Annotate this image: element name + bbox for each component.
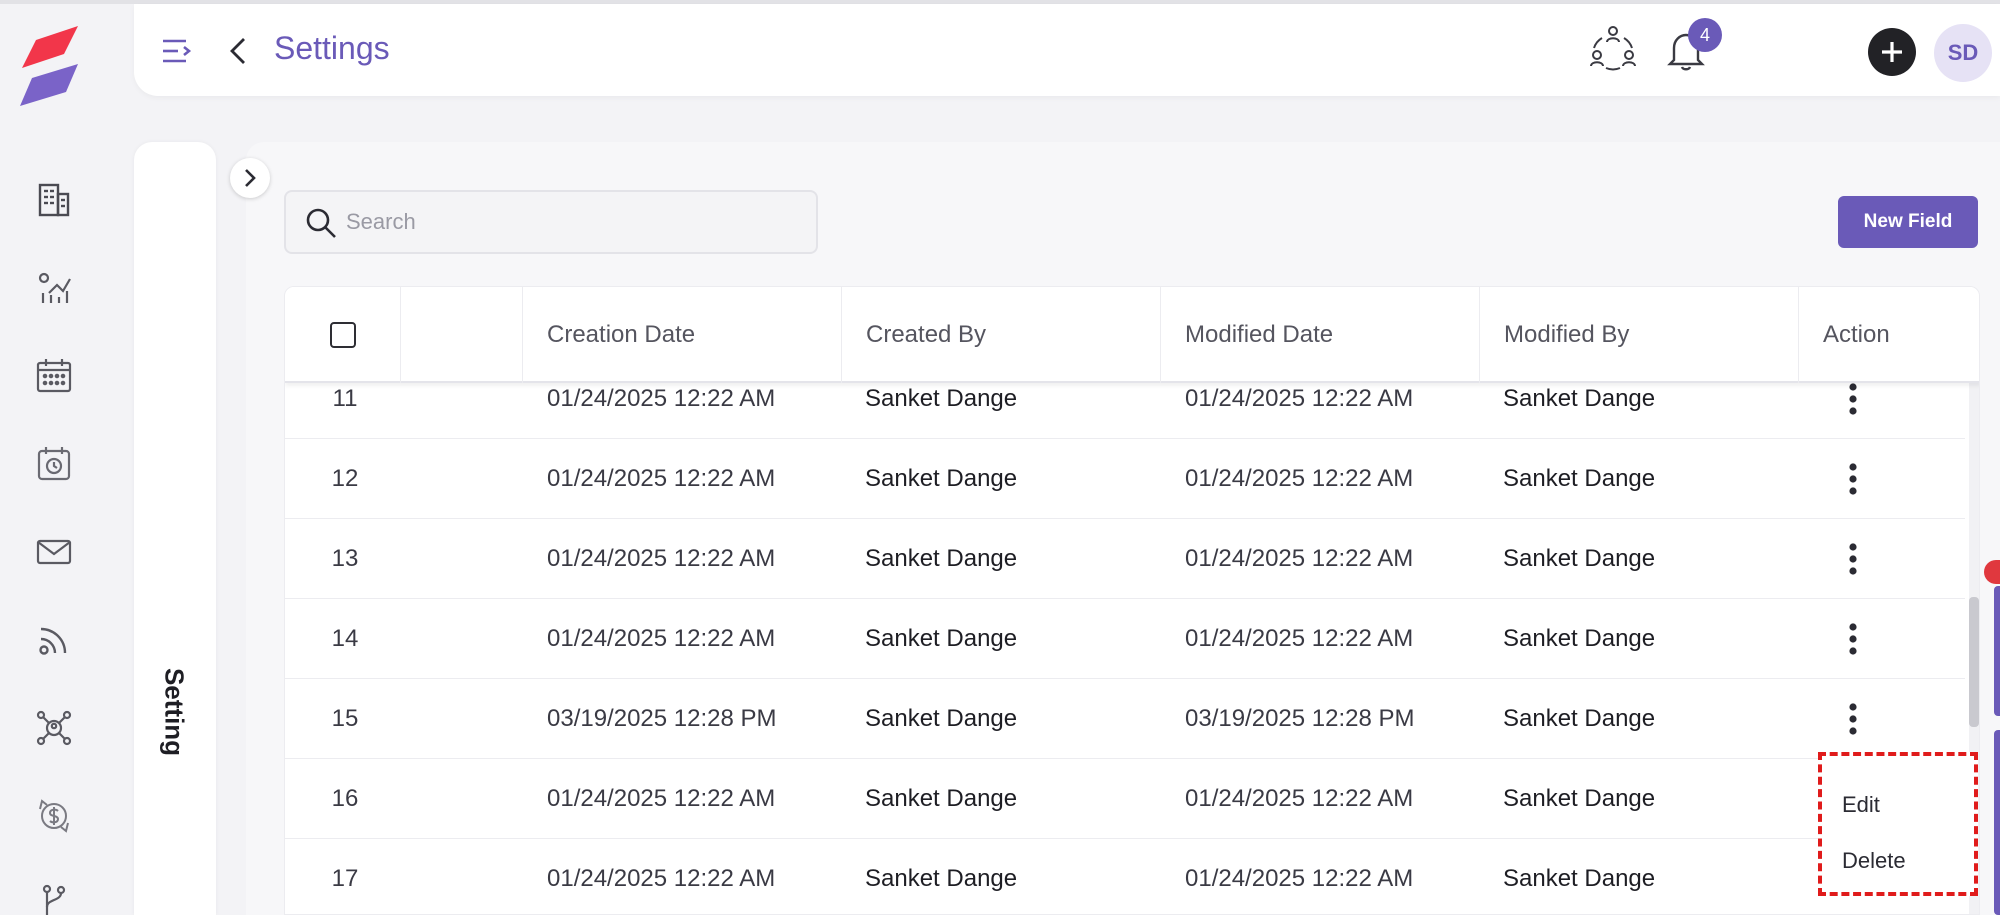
chart-growth-icon[interactable] (34, 268, 74, 308)
team-collaboration-icon[interactable] (1588, 22, 1638, 72)
building-icon[interactable] (34, 180, 74, 220)
column-header-modified-date[interactable]: Modified Date (1161, 287, 1480, 383)
modified-by-cell: Sanket Dange (1503, 625, 1656, 652)
creation-date-cell: 01/24/2025 12:22 AM (547, 545, 776, 572)
modified-date-cell: 01/24/2025 12:22 AM (1185, 865, 1414, 892)
created-by-cell: Sanket Dange (865, 625, 1018, 652)
add-new-button[interactable] (1868, 28, 1916, 76)
mail-icon[interactable] (34, 532, 74, 572)
back-arrow-icon[interactable] (224, 34, 252, 68)
new-field-button[interactable]: New Field (1838, 196, 1978, 248)
row-actions-kebab-icon[interactable] (1835, 615, 1871, 663)
table-row[interactable]: 13 01/24/2025 12:22 AM Sanket Dange 01/24/2… (285, 519, 1965, 599)
row-number: 15 (331, 705, 359, 732)
calendar-icon[interactable] (34, 356, 74, 396)
column-header-created-by[interactable]: Created By (842, 287, 1161, 383)
page-title: Settings (274, 30, 390, 66)
created-by-cell: Sanket Dange (865, 465, 1018, 492)
edge-drawer-handle[interactable] (1994, 586, 2000, 716)
creation-date-cell: 01/24/2025 12:22 AM (547, 785, 776, 812)
table-header: Creation Date Created By Modified Date M… (285, 287, 1979, 383)
network-icon[interactable] (34, 708, 74, 748)
app-sidebar (0, 4, 108, 915)
creation-date-cell: 01/24/2025 12:22 AM (547, 465, 776, 492)
edge-drawer-handle-secondary[interactable] (1994, 730, 2000, 915)
modified-date-cell: 01/24/2025 12:22 AM (1185, 545, 1414, 572)
top-header: Settings (134, 4, 2000, 96)
expand-panel-button[interactable] (230, 158, 270, 198)
table-scrollbar-thumb[interactable] (1969, 597, 1979, 727)
sidebar-toggle-icon[interactable] (160, 34, 194, 68)
created-by-cell: Sanket Dange (865, 865, 1018, 892)
modified-by-cell: Sanket Dange (1503, 785, 1656, 812)
row-number: 16 (331, 785, 359, 812)
creation-date-cell: 01/24/2025 12:22 AM (547, 865, 776, 892)
row-actions-kebab-icon[interactable] (1835, 695, 1871, 743)
row-number: 17 (331, 865, 359, 892)
clock-calendar-icon[interactable] (34, 444, 74, 484)
search-box (284, 190, 818, 254)
row-actions-kebab-icon[interactable] (1835, 455, 1871, 503)
chevron-right-icon (245, 169, 256, 187)
row-action-menu: Edit Delete (1818, 752, 1978, 896)
search-icon (306, 208, 336, 238)
app-logo[interactable] (18, 24, 84, 106)
notification-count-badge: 4 (1688, 18, 1722, 52)
side-panel-label: Setting (159, 667, 190, 757)
delete-menu-item[interactable]: Delete (1842, 848, 1906, 874)
creation-date-cell: 01/24/2025 12:22 AM (547, 625, 776, 652)
row-number: 13 (331, 545, 359, 572)
column-header-action: Action (1823, 321, 1890, 348)
column-header-creation-date[interactable]: Creation Date (523, 287, 842, 383)
select-all-checkbox[interactable] (329, 322, 356, 348)
column-header-blank (401, 287, 523, 383)
modified-by-cell: Sanket Dange (1503, 705, 1656, 732)
fields-table: Creation Date Created By Modified Date M… (284, 286, 1980, 915)
created-by-cell: Sanket Dange (865, 545, 1018, 572)
modified-date-cell: 01/24/2025 12:22 AM (1185, 625, 1414, 652)
row-number: 12 (331, 465, 359, 492)
branch-icon[interactable] (34, 882, 74, 915)
edit-menu-item[interactable]: Edit (1842, 792, 1880, 818)
created-by-cell: Sanket Dange (865, 705, 1018, 732)
table-row[interactable]: 15 03/19/2025 12:28 PM Sanket Dange 03/19/2… (285, 679, 1965, 759)
user-avatar[interactable]: SD (1934, 24, 1992, 82)
table-row[interactable]: 16 01/24/2025 12:22 AM Sanket Dange 01/24/2… (285, 759, 1965, 839)
creation-date-cell: 03/19/2025 12:28 PM (547, 705, 777, 732)
table-row[interactable]: 12 01/24/2025 12:22 AM Sanket Dange 01/24/2… (285, 439, 1965, 519)
plus-icon (1882, 42, 1902, 62)
modified-by-cell: Sanket Dange (1503, 465, 1656, 492)
modified-by-cell: Sanket Dange (1503, 865, 1656, 892)
row-actions-kebab-icon[interactable] (1835, 535, 1871, 583)
created-by-cell: Sanket Dange (865, 785, 1018, 812)
row-number: 14 (331, 625, 359, 652)
modified-by-cell: Sanket Dange (1503, 545, 1656, 572)
column-header-modified-by[interactable]: Modified By (1480, 287, 1799, 383)
select-all-cell (285, 287, 401, 383)
search-input[interactable] (346, 202, 786, 242)
dollar-cycle-icon[interactable] (34, 796, 74, 836)
rss-feed-icon[interactable] (34, 620, 74, 660)
modified-date-cell: 01/24/2025 12:22 AM (1185, 465, 1414, 492)
settings-side-panel: Setting (134, 142, 216, 915)
modified-date-cell: 01/24/2025 12:22 AM (1185, 785, 1414, 812)
table-row[interactable]: 14 01/24/2025 12:22 AM Sanket Dange 01/24/2… (285, 599, 1965, 679)
modified-date-cell: 03/19/2025 12:28 PM (1185, 705, 1415, 732)
table-row[interactable]: 17 01/24/2025 12:22 AM Sanket Dange 01/24/2… (285, 839, 1965, 914)
